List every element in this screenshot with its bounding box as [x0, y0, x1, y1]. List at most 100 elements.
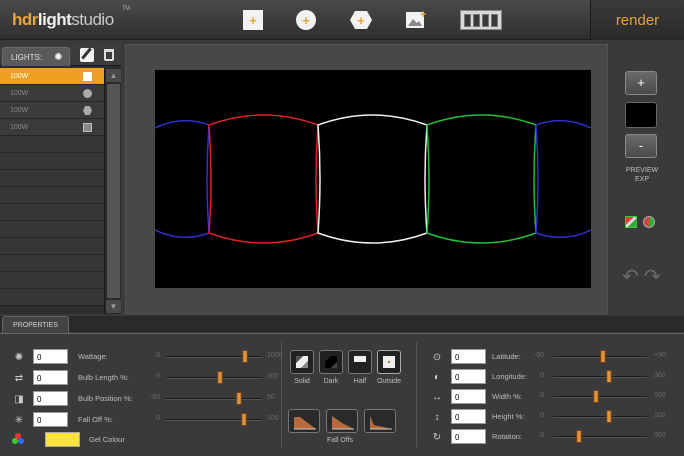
slider-thumb[interactable]: [593, 390, 599, 403]
properties-tab[interactable]: PROPERTIES: [2, 316, 69, 334]
property-slider[interactable]: [553, 430, 647, 443]
timeline-icon[interactable]: [460, 10, 502, 30]
light-label: 100W: [10, 72, 29, 80]
property-label: Height %:: [492, 412, 525, 421]
lights-scrollbar[interactable]: ▲ ▼: [104, 68, 121, 314]
property-slider[interactable]: [553, 370, 647, 383]
solid-type-button[interactable]: [290, 350, 314, 374]
app-logo: hdrlightstudio TM: [12, 6, 130, 29]
property-value-input[interactable]: 0: [33, 349, 68, 364]
empty-list-slot: [0, 204, 104, 221]
slider-thumb[interactable]: [217, 371, 223, 384]
property-slider[interactable]: [166, 350, 262, 363]
scroll-down-icon[interactable]: ▼: [106, 300, 121, 313]
half-type-button[interactable]: [348, 350, 372, 374]
light-panel-outline[interactable]: [317, 114, 428, 244]
slider-max-label: 50: [267, 394, 275, 401]
wattage-bulb-icon: ✺: [14, 351, 24, 363]
divider: [416, 342, 417, 447]
sphere-preview-icon[interactable]: [643, 216, 655, 228]
lights-list: 100W 100W 100W 100W: [0, 68, 104, 314]
dark-type-icon: [325, 356, 337, 368]
property-value-input[interactable]: 0: [33, 391, 68, 406]
solid-type-icon: [296, 356, 308, 368]
bulb-position-icon: ◨: [14, 393, 24, 405]
property-value-input[interactable]: 0: [451, 389, 486, 404]
lights-panel: LIGHTS: ✺ 100W 100W 100W 100W ▲ ▼: [0, 44, 121, 314]
slider-thumb[interactable]: [606, 370, 612, 383]
slider-thumb[interactable]: [236, 392, 242, 405]
slider-thumb[interactable]: [241, 413, 247, 426]
add-circle-light-icon[interactable]: +: [296, 10, 316, 30]
falloff-curve-button[interactable]: [326, 409, 358, 433]
light-list-item[interactable]: 100W: [0, 68, 104, 85]
property-value-input[interactable]: 0: [451, 409, 486, 424]
property-slider[interactable]: [166, 371, 262, 384]
light-label: 100W: [10, 89, 29, 97]
edit-icon[interactable]: [80, 48, 94, 62]
lights-tab[interactable]: LIGHTS: ✺: [2, 47, 70, 66]
square-light-icon: [83, 72, 92, 81]
property-slider[interactable]: [553, 410, 647, 423]
slider-min-label: 0: [540, 372, 544, 379]
empty-list-slot: [0, 255, 104, 272]
slider-thumb[interactable]: [600, 350, 606, 363]
slider-max-label: 100: [654, 412, 666, 419]
scroll-thumb[interactable]: [107, 84, 120, 298]
property-slider[interactable]: [166, 392, 262, 405]
add-square-light-icon[interactable]: +: [243, 10, 263, 30]
lights-header: LIGHTS: ✺: [0, 44, 121, 66]
preview-column: + - PREVIEW EXP ↶ ↷: [612, 44, 684, 314]
slider-thumb[interactable]: [242, 350, 248, 363]
property-value-input[interactable]: 0: [451, 429, 486, 444]
light-label: 100W: [10, 106, 29, 114]
light-type-label: Outside: [376, 378, 402, 385]
half-type-icon: [354, 356, 366, 368]
exposure-minus-button[interactable]: -: [625, 134, 657, 158]
slider-thumb[interactable]: [606, 410, 612, 423]
light-list-item[interactable]: 100W: [0, 119, 104, 136]
light-panel-outline[interactable]: [535, 119, 591, 239]
property-value-input[interactable]: 0: [451, 369, 486, 384]
property-label: Width %:: [492, 392, 523, 401]
property-label: Wattage:: [78, 352, 108, 361]
add-image-light-icon[interactable]: +: [406, 10, 428, 30]
falloff-linear-button[interactable]: [288, 409, 320, 433]
falloff-steep-button[interactable]: [364, 409, 396, 433]
redo-icon[interactable]: ↷: [644, 267, 662, 287]
light-panel-outline[interactable]: [426, 114, 537, 244]
trash-icon[interactable]: [104, 49, 114, 61]
slider-min-label: 0: [156, 352, 160, 359]
slider-thumb[interactable]: [576, 430, 582, 443]
longitude-icon: ◐: [433, 371, 441, 383]
fall-offs-label: Fall Offs: [327, 437, 353, 444]
light-list-item[interactable]: 100W: [0, 102, 104, 119]
slider-min-label: -50: [149, 394, 160, 401]
slider-max-label: 100: [654, 392, 666, 399]
render-button[interactable]: render: [590, 0, 684, 40]
light-list-item[interactable]: 100W: [0, 85, 104, 102]
light-panel-outline[interactable]: [208, 114, 319, 244]
undo-icon[interactable]: ↶: [622, 267, 640, 287]
gel-colour-swatch[interactable]: [45, 432, 80, 447]
scroll-up-icon[interactable]: ▲: [106, 69, 121, 82]
add-hexagon-light-icon[interactable]: +: [349, 10, 373, 30]
property-value-input[interactable]: 0: [33, 370, 68, 385]
hdr-canvas[interactable]: [155, 70, 591, 288]
bulb-icon: ✺: [54, 51, 63, 63]
exposure-swatch: [625, 102, 657, 128]
exposure-plus-button[interactable]: +: [625, 71, 657, 95]
property-row: ↔ 0 Width %: 0 100: [430, 389, 675, 405]
property-label: Bulb Position %:: [78, 394, 133, 403]
property-slider[interactable]: [553, 390, 647, 403]
property-slider[interactable]: [166, 413, 262, 426]
property-slider[interactable]: [553, 350, 647, 363]
property-value-input[interactable]: 0: [451, 349, 486, 364]
light-panel-outline[interactable]: [155, 119, 210, 239]
outside-type-button[interactable]: [377, 350, 401, 374]
property-label: Bulb Length %:: [78, 373, 129, 382]
dark-type-button[interactable]: [319, 350, 343, 374]
cube-preview-icon[interactable]: [625, 216, 637, 228]
rotation-icon: ↻: [432, 431, 442, 443]
property-value-input[interactable]: 0: [33, 412, 68, 427]
